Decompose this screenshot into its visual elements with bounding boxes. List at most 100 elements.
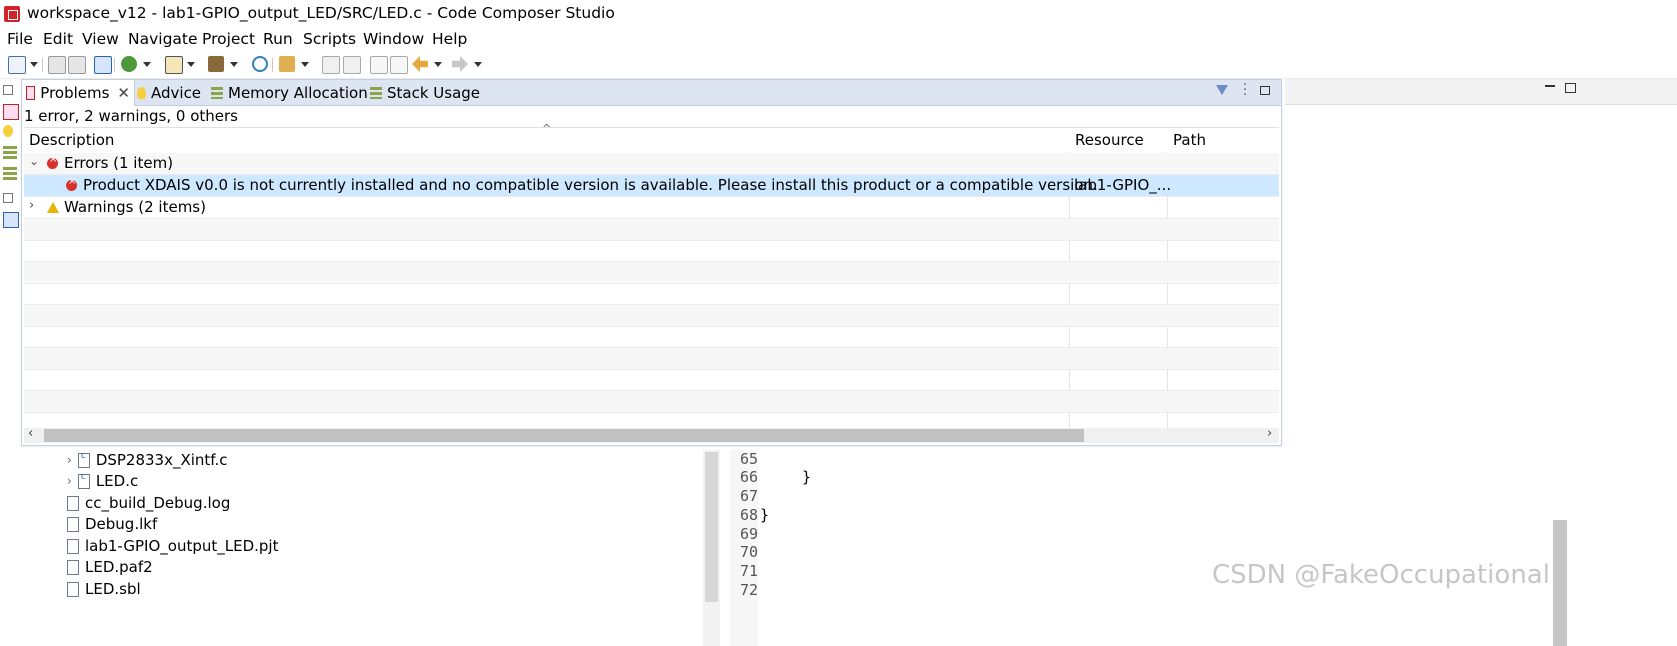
scroll-thumb[interactable] [44,429,1084,442]
line-number: 69 [740,525,759,543]
tab-advice[interactable]: Advice [137,80,201,105]
line-number: 67 [740,487,759,505]
debug-dropdown-icon[interactable] [143,62,151,67]
menu-bar: File Edit View Navigate Project Run Scri… [0,28,1677,52]
file-label: cc_build_Debug.log [85,494,231,512]
tree-item[interactable]: Debug.lkf [67,515,157,533]
pin-icon[interactable] [279,56,295,72]
file-icon [67,581,79,597]
code-line[interactable]: } [760,506,769,524]
error-icon [66,176,77,194]
c-file-icon [77,472,90,489]
column-resource[interactable]: Resource [1075,131,1144,149]
table-row [24,326,1279,348]
file-label: LED.paf2 [85,558,153,576]
table-row [24,391,1279,413]
prev-annotation-icon[interactable] [322,56,340,74]
menu-run[interactable]: Run [263,30,293,48]
search-icon[interactable] [252,56,268,72]
build-hammer-icon[interactable] [208,56,224,72]
menu-file[interactable]: File [7,30,33,48]
back-arrow-icon[interactable] [412,56,428,72]
column-description[interactable]: Description [29,131,114,149]
explorer-scroll-thumb[interactable] [705,452,718,602]
memory-bars-icon[interactable] [3,146,17,160]
forward-dropdown-icon[interactable] [474,62,482,67]
next-edit-icon[interactable] [390,56,408,74]
maximize-icon[interactable] [1565,83,1576,93]
tree-item[interactable]: LED.paf2 [67,558,153,576]
table-row [24,369,1279,391]
tree-item[interactable]: › LED.c [67,472,138,491]
lightbulb-icon[interactable] [3,125,13,137]
tab-problems[interactable]: Problems ✕ [22,80,135,106]
c-file-icon [77,451,90,468]
tab-stack-usage[interactable]: Stack Usage [370,80,480,105]
file-icon [67,495,79,511]
filter-icon[interactable] [1216,85,1228,95]
file-label: LED.sbl [85,580,141,598]
restore-icon[interactable] [1260,86,1270,95]
table-row[interactable]: ⌄ Errors (1 item) [24,153,1279,175]
menu-navigate[interactable]: Navigate [128,30,198,48]
window-title: workspace_v12 - lab1-GPIO_output_LED/SRC… [27,4,615,22]
last-edit-icon[interactable] [370,56,388,74]
chevron-right-icon[interactable]: › [67,474,72,488]
table-row [24,305,1279,327]
file-icon [67,538,79,554]
tree-item[interactable]: LED.sbl [67,580,141,598]
ccs-app-icon [4,6,20,22]
menu-window[interactable]: Window [363,30,424,48]
flash-icon[interactable] [165,56,183,74]
scroll-right-icon[interactable]: › [1267,426,1272,441]
editor-scrollbar-thumb[interactable] [1553,520,1567,646]
chevron-down-icon[interactable]: ⌄ [29,154,39,168]
close-icon[interactable]: ✕ [117,84,130,102]
save-icon[interactable] [48,56,66,74]
chevron-right-icon[interactable]: › [67,453,72,467]
forward-arrow-icon[interactable] [452,56,468,72]
stack-bars-icon[interactable] [3,167,17,181]
debug-icon[interactable] [121,56,137,72]
tab-memory-allocation[interactable]: Memory Allocation [211,80,368,105]
tab-label: Advice [151,83,202,102]
line-number: 66 [740,468,759,486]
save-all-icon[interactable] [68,56,86,74]
column-path[interactable]: Path [1173,131,1206,149]
new-dropdown-icon[interactable] [30,62,38,67]
restore-icon[interactable] [3,85,13,95]
menu-help[interactable]: Help [432,30,467,48]
horizontal-scrollbar[interactable]: ‹ › [24,426,1279,443]
tree-item[interactable]: lab1-GPIO_output_LED.pjt [67,537,278,555]
table-row[interactable]: Product XDAIS v0.0 is not currently inst… [24,175,1279,197]
error-description: Product XDAIS v0.0 is not currently inst… [83,176,1098,194]
menu-view[interactable]: View [82,30,119,48]
restore-icon[interactable] [3,193,13,203]
table-row [24,219,1279,241]
tree-item[interactable]: › DSP2833x_Xintf.c [67,451,228,470]
line-number: 65 [740,450,759,468]
minimize-icon[interactable] [1545,85,1555,87]
code-line[interactable]: } [802,468,811,486]
menu-project[interactable]: Project [202,30,255,48]
chevron-right-icon[interactable]: › [29,198,34,213]
terminal-icon[interactable] [94,56,112,74]
new-icon[interactable] [8,56,26,74]
problems-icon[interactable] [3,104,19,120]
scroll-left-icon[interactable]: ‹ [28,426,33,441]
back-dropdown-icon[interactable] [434,62,442,67]
flash-dropdown-icon[interactable] [187,62,195,67]
view-menu-icon[interactable]: · · · [1243,79,1247,102]
line-number: 68 [740,506,759,524]
build-dropdown-icon[interactable] [230,62,238,67]
table-row[interactable]: › Warnings (2 items) [24,197,1279,219]
console-icon[interactable] [3,212,19,228]
pin-dropdown-icon[interactable] [301,62,309,67]
menu-edit[interactable]: Edit [43,30,73,48]
tab-label: Problems [40,84,110,102]
toolbar-separator [114,58,115,72]
warning-icon [47,198,59,216]
next-annotation-icon[interactable] [343,56,361,74]
menu-scripts[interactable]: Scripts [303,30,356,48]
tree-item[interactable]: cc_build_Debug.log [67,494,230,512]
